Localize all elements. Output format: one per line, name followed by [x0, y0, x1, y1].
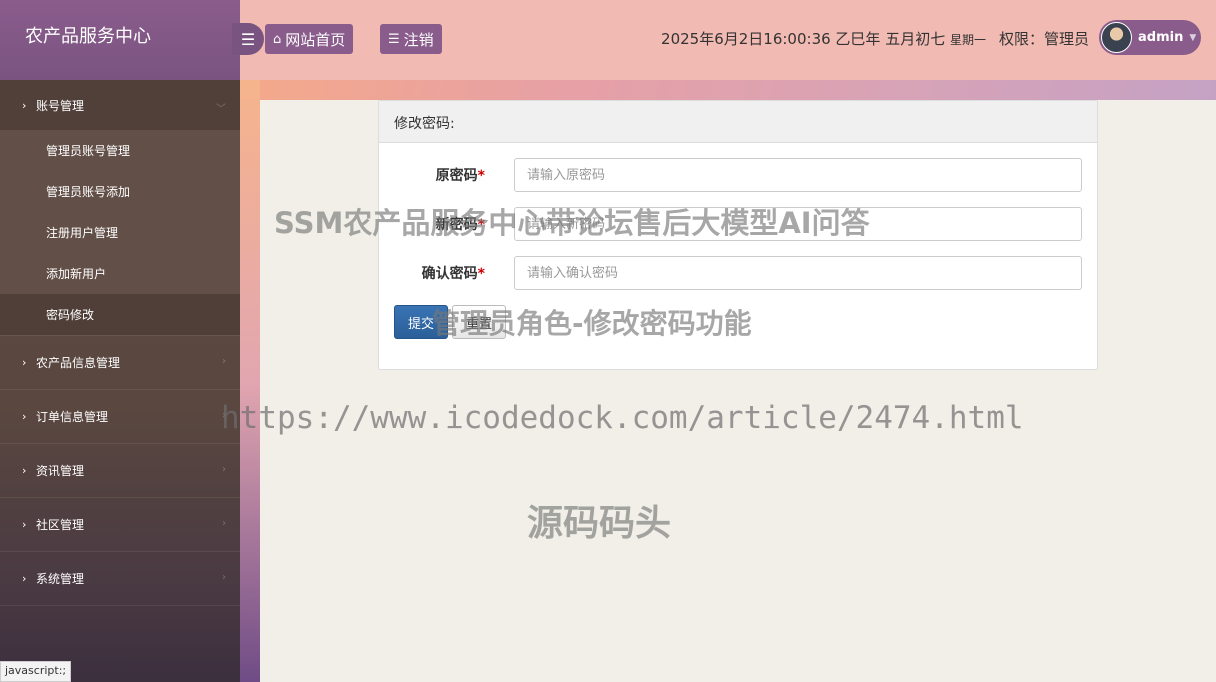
menu-group-products: › 农产品信息管理 › [0, 336, 240, 390]
sidebar-item-news[interactable]: › 资讯管理 › [0, 444, 240, 497]
weekday-text: 星期一 [949, 33, 986, 47]
sidebar-toggle-button[interactable]: ☰ [232, 23, 264, 55]
top-header: ☰ ⌂ 网站首页 ☰ 注销 2025年6月2日16:00:36 乙巳年 五月初七… [232, 0, 1216, 80]
chevron-right-icon: › [222, 572, 226, 583]
caret-down-icon: ▼ [1189, 32, 1197, 43]
username: admin [1138, 30, 1184, 45]
menu-icon: ☰ [240, 29, 256, 49]
datetime-text: 2025年6月2日16:00:36 乙巳年 五月初七 [661, 30, 946, 48]
chevron-right-icon: › [222, 518, 226, 529]
avatar [1101, 22, 1132, 53]
required-mark: * [477, 217, 485, 233]
new-password-label-text: 新密码 [435, 217, 478, 233]
panel-title: 修改密码: [379, 101, 1097, 143]
chevron-right-icon: › [222, 464, 226, 475]
submit-button[interactable]: 提交 [394, 305, 448, 339]
home-button-label: 网站首页 [285, 30, 346, 49]
form-row-confirm-password: 确认密码* [379, 256, 1099, 290]
new-password-label: 新密码* [436, 214, 485, 234]
logout-button-label: 注销 [403, 30, 434, 49]
datetime-display: 2025年6月2日16:00:36 乙巳年 五月初七 星期一 [661, 28, 986, 49]
menu-group-news: › 资讯管理 › [0, 444, 240, 498]
sidebar-item-products[interactable]: › 农产品信息管理 › [0, 336, 240, 389]
sidebar-item-label: 系统管理 [36, 572, 85, 586]
old-password-label-text: 原密码 [435, 168, 478, 184]
sidebar-subitem-user-add[interactable]: 添加新用户 [0, 253, 240, 294]
logout-button[interactable]: ☰ 注销 [380, 24, 442, 54]
chevron-down-icon: ﹀ [216, 104, 226, 115]
sidebar-item-label: 资讯管理 [36, 464, 85, 478]
sidebar: 农产品服务中心 › 账号管理 ﹀ 管理员账号管理 管理员账号添加 注册用户管理 … [0, 0, 240, 682]
home-icon: ⌂ [273, 31, 282, 47]
background-edge [240, 80, 260, 682]
sidebar-item-account[interactable]: › 账号管理 ﹀ [0, 80, 240, 130]
menu-group-orders: › 订单信息管理 › [0, 390, 240, 444]
reset-button[interactable]: 重置 [452, 305, 506, 339]
sidebar-subitem-password[interactable]: 密码修改 [0, 294, 240, 335]
required-mark: * [477, 168, 485, 184]
role-text: 权限：管理员 [998, 30, 1089, 48]
form-row-old-password: 原密码* [379, 158, 1099, 192]
change-password-panel: 修改密码: 原密码* 新密码* 确认密码* 提交 重置 [378, 100, 1098, 370]
old-password-input[interactable] [514, 158, 1082, 192]
sidebar-subitem-user-manage[interactable]: 注册用户管理 [0, 212, 240, 253]
confirm-password-label-text: 确认密码 [421, 266, 478, 282]
menu-group-system: › 系统管理 › [0, 552, 240, 606]
form-row-new-password: 新密码* [379, 207, 1099, 241]
sidebar-item-community[interactable]: › 社区管理 › [0, 498, 240, 551]
brand-title: 农产品服务中心 [0, 0, 240, 80]
confirm-password-input[interactable] [514, 256, 1082, 290]
chevron-right-icon: › [222, 410, 226, 421]
new-password-input[interactable] [514, 207, 1082, 241]
sidebar-item-label: 账号管理 [36, 98, 85, 113]
chevron-right-icon: › [222, 356, 226, 367]
home-button[interactable]: ⌂ 网站首页 [265, 24, 354, 54]
user-menu[interactable]: admin ▼ [1099, 20, 1201, 55]
chevron-right-icon: › [22, 410, 27, 423]
chevron-right-icon: › [22, 356, 27, 369]
confirm-password-label: 确认密码* [422, 263, 485, 283]
sidebar-item-label: 订单信息管理 [36, 410, 109, 424]
old-password-label: 原密码* [436, 165, 485, 185]
sidebar-item-label: 社区管理 [36, 518, 85, 532]
main-content: 修改密码: 原密码* 新密码* 确认密码* 提交 重置 [260, 100, 1216, 682]
menu-group-account: › 账号管理 ﹀ 管理员账号管理 管理员账号添加 注册用户管理 添加新用户 密码… [0, 80, 240, 336]
chevron-right-icon: › [22, 572, 27, 585]
sidebar-item-orders[interactable]: › 订单信息管理 › [0, 390, 240, 443]
menu-group-community: › 社区管理 › [0, 498, 240, 552]
sidebar-subitem-admin-add[interactable]: 管理员账号添加 [0, 171, 240, 212]
chevron-right-icon: › [22, 518, 27, 531]
sidebar-item-system[interactable]: › 系统管理 › [0, 552, 240, 605]
required-mark: * [477, 266, 485, 282]
status-tooltip: javascript:; [0, 661, 72, 682]
list-icon: ☰ [388, 31, 400, 47]
sidebar-subitem-admin-manage[interactable]: 管理员账号管理 [0, 130, 240, 171]
sidebar-item-label: 农产品信息管理 [36, 356, 121, 370]
chevron-right-icon: › [22, 98, 27, 112]
chevron-right-icon: › [22, 464, 27, 477]
